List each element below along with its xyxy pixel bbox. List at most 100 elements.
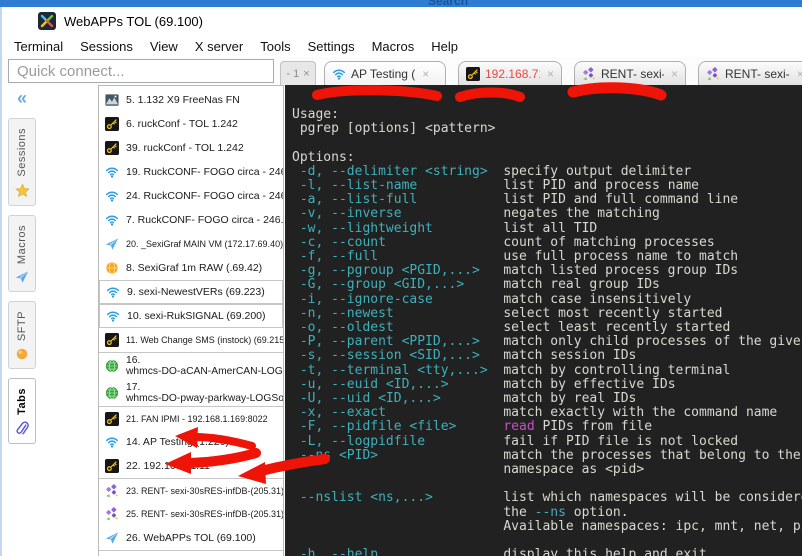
tab-close-icon[interactable]: × — [671, 67, 678, 81]
terminal[interactable]: Usage: pgrep [options] <pattern> Options… — [285, 85, 802, 556]
terminal-line: --nslist <ns,...> list which namespaces … — [292, 491, 802, 505]
session-row-4[interactable]: 19. RuckCONF- FOGO circa - 246.5 — [99, 160, 283, 184]
wifi-icon — [105, 435, 119, 449]
terminal-line: -h, --help display this help and exit — [292, 548, 802, 556]
terminal-line: namespace as <pid> — [292, 463, 802, 477]
terminal-line: Available namespaces: ipc, mnt, net, pid — [292, 520, 802, 534]
key-icon — [105, 117, 119, 131]
sidebar-tab-label: SFTP — [16, 311, 28, 341]
terminal-line: the --ns option. — [292, 506, 802, 520]
session-row-11[interactable]: 11. Web Change SMS (instock) (69.215) — [99, 328, 283, 352]
menu-item-help[interactable]: Help — [431, 39, 458, 54]
session-row-12[interactable]: 16.whmcs-DO-aCAN-AmerCAN-LOGSon — [99, 352, 283, 379]
tab-rent-sexi-3[interactable]: RENT- sexi- × — [698, 61, 802, 85]
session-list: 5. 1.132 X9 FreeNas FN 6. ruckConf - TOL … — [98, 85, 284, 556]
session-row-9[interactable]: 9. sexi-NewestVERs (69.223) — [99, 280, 283, 304]
sidebar-tab-tabs[interactable]: Tabs — [8, 378, 36, 444]
app-logo-icon — [38, 12, 56, 30]
terminal-line: -o, --oldest select least recently start… — [292, 321, 802, 335]
menu-item-tools[interactable]: Tools — [260, 39, 290, 54]
menu-item-macros[interactable]: Macros — [372, 39, 415, 54]
session-row-6[interactable]: 7. RuckCONF- FOGO circa - 246.5 — [99, 208, 283, 232]
session-row-10[interactable]: 10. sexi-RukSIGNAL (69.200) — [99, 304, 283, 328]
terminal-line: Options: — [292, 151, 802, 165]
plane-icon — [15, 270, 29, 284]
quick-connect-input[interactable] — [9, 60, 273, 82]
tab-close-icon[interactable]: × — [547, 67, 554, 81]
session-row-20[interactable]: 27. GrafanaVM (gt36450) — [99, 550, 283, 556]
tab-192-168-71-1-1[interactable]: 192.168.71.1× — [458, 61, 562, 85]
tab-close-icon[interactable]: × — [422, 67, 429, 81]
session-row-8[interactable]: 8. SexiGraf 1m RAW (.69.42) — [99, 256, 283, 280]
terminal-line: -U, --uid <ID,...> match by real IDs — [292, 392, 802, 406]
session-row-number: 17. — [126, 382, 283, 393]
session-row-label: 19. RuckCONF- FOGO circa - 246.5 — [126, 166, 283, 178]
tab-rent-sexi-2[interactable]: RENT- sexi-× — [574, 61, 686, 85]
session-row-7[interactable]: 20. _SexiGraf MAIN VM (172.17.69.40) — [99, 232, 283, 256]
terminal-line: -x, --exact match exactly with the comma… — [292, 406, 802, 420]
tab-partial-close-icon[interactable]: × — [303, 68, 309, 80]
terminal-line: -f, --full use full process name to matc… — [292, 250, 802, 264]
toolbar-row: - 1 × AP Testing (× 192.168.71.1× RENT- se… — [2, 57, 802, 85]
tab-label: RENT- sexi- — [725, 67, 790, 81]
menu-item-x-server[interactable]: X server — [195, 39, 243, 54]
terminal-line: --ns <PID> match the processes that belo… — [292, 449, 802, 463]
session-row-13[interactable]: 17.whmcs-DO-pway-parkway-LOGSon — [99, 379, 283, 406]
session-row-16[interactable]: 22. 192.168.71.11 — [99, 454, 283, 478]
menu-item-terminal[interactable]: Terminal — [14, 39, 63, 54]
sidebar-tab-sftp[interactable]: SFTP — [8, 301, 36, 369]
session-row-19[interactable]: 26. WebAPPs TOL (69.100) — [99, 526, 283, 550]
session-row-name: whmcs-DO-pway-parkway-LOGSon — [126, 393, 283, 404]
sidebar-tab-sessions[interactable]: Sessions — [8, 118, 36, 206]
desktop-taskbar-strip: Search — [0, 0, 802, 7]
satellite-icon — [105, 484, 119, 498]
desktop-search-label: Search — [428, 0, 468, 7]
terminal-line — [292, 136, 802, 150]
session-row-label: 5. 1.132 X9 FreeNas FN — [126, 94, 240, 106]
session-row-14[interactable]: 21. FAN IPMI - 192.168.1.169:8022 — [99, 406, 283, 430]
window-title: WebAPPs TOL (69.100) — [64, 14, 203, 29]
session-row-number: 16. — [126, 355, 283, 366]
menu-item-view[interactable]: View — [150, 39, 178, 54]
quick-connect-box — [8, 59, 274, 83]
sidebar-tab-label: Sessions — [16, 128, 28, 177]
collapse-sidebar-button[interactable]: « — [17, 87, 27, 109]
session-row-15[interactable]: 14. AP Testing (1.226) — [99, 430, 283, 454]
wifi-icon — [332, 67, 346, 81]
session-row-name: whmcs-DO-aCAN-AmerCAN-LOGSon — [126, 366, 283, 377]
session-row-label: 25. RENT- sexi-30sRES-infDB-(205.31) — [126, 509, 283, 519]
menu-item-sessions[interactable]: Sessions — [80, 39, 133, 54]
session-row-2[interactable]: 6. ruckConf - TOL 1.242 — [99, 112, 283, 136]
terminal-line: -d, --delimiter <string> specify output … — [292, 165, 802, 179]
terminal-line: Usage: — [292, 108, 802, 122]
tab-close-icon[interactable]: × — [797, 67, 802, 81]
sidebar-strip: « Sessions Macros SFTP Tabs — [7, 87, 37, 444]
paperclip-icon — [15, 421, 30, 436]
session-row-18[interactable]: 25. RENT- sexi-30sRES-infDB-(205.31) — [99, 502, 283, 526]
session-row-3[interactable]: 39. ruckConf - TOL 1.242 — [99, 136, 283, 160]
tab-ap-testing-0[interactable]: AP Testing (× — [324, 61, 446, 85]
terminal-line — [292, 534, 802, 548]
terminal-line: -t, --terminal <tty,...> match by contro… — [292, 364, 802, 378]
screen: Search WebAPPs TOL (69.100) Terminal Sess… — [0, 0, 802, 556]
session-row-1[interactable]: 5. 1.132 X9 FreeNas FN — [99, 88, 283, 112]
session-row-label: 9. sexi-NewestVERs (69.223) — [127, 286, 265, 298]
session-row-5[interactable]: 24. RuckCONF- FOGO circa - 246.5 — [99, 184, 283, 208]
terminal-line: -L, --logpidfile fail if PID file is not… — [292, 435, 802, 449]
left-panel: « Sessions Macros SFTP Tabs 5. 1.132 X9 Fre… — [2, 85, 285, 556]
sidebar-tab-macros[interactable]: Macros — [8, 215, 36, 292]
menu-item-settings[interactable]: Settings — [308, 39, 355, 54]
terminal-line: -s, --session <SID,...> match session ID… — [292, 349, 802, 363]
plane-icon — [105, 237, 119, 251]
title-bar: WebAPPs TOL (69.100) — [2, 7, 802, 35]
menu-bar: Terminal Sessions View X server Tools Setting… — [2, 35, 802, 57]
sidebar-tab-label: Tabs — [16, 388, 28, 415]
key-icon — [105, 141, 119, 155]
session-row-17[interactable]: 23. RENT- sexi-30sRES-infDB-(205.31) — [99, 478, 283, 502]
terminal-line: -P, --parent <PPID,...> match only child… — [292, 335, 802, 349]
tab-partial[interactable]: - 1 × — [280, 61, 316, 85]
session-row-label: 21. FAN IPMI - 192.168.1.169:8022 — [126, 414, 268, 424]
session-row-text: 17.whmcs-DO-pway-parkway-LOGSon — [126, 382, 283, 404]
orange-globe-icon — [105, 261, 119, 275]
terminal-line: -c, --count count of matching processes — [292, 236, 802, 250]
